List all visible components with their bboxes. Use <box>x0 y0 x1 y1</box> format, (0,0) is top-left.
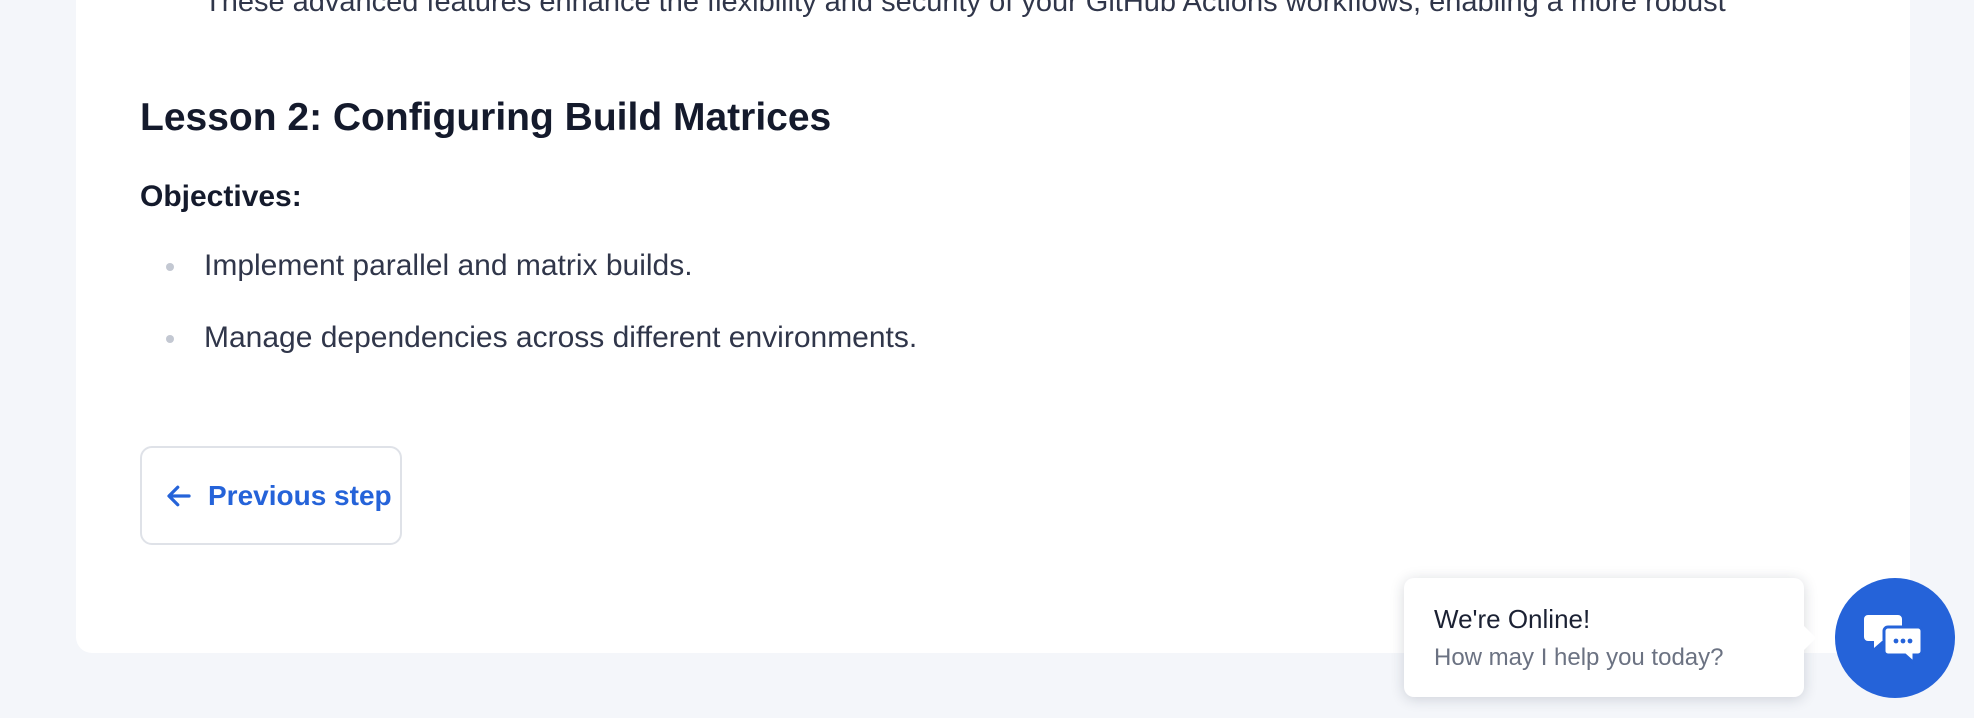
chat-launcher-button[interactable] <box>1835 578 1955 698</box>
cut-off-paragraph: These advanced features enhance the flex… <box>204 0 1726 18</box>
objective-item: Implement parallel and matrix builds. <box>140 240 917 312</box>
chat-greeting-subtitle: How may I help you today? <box>1434 644 1724 671</box>
objective-text: Implement parallel and matrix builds. <box>204 249 693 282</box>
page: These advanced features enhance the flex… <box>0 0 1974 718</box>
objective-text: Manage dependencies across different env… <box>204 321 918 354</box>
objective-item: Manage dependencies across different env… <box>140 312 917 384</box>
lesson-title: Lesson 2: Configuring Build Matrices <box>140 96 832 139</box>
previous-step-button[interactable]: Previous step <box>140 446 402 545</box>
chat-greeting-bubble[interactable]: We're Online! How may I help you today? <box>1404 578 1816 697</box>
objectives-list: Implement parallel and matrix builds. Ma… <box>140 240 917 384</box>
chat-bubbles-icon <box>1864 615 1924 665</box>
bullet-icon <box>166 335 174 343</box>
bullet-icon <box>166 263 174 271</box>
arrow-left-icon <box>167 485 191 506</box>
previous-step-label: Previous step <box>208 479 392 511</box>
chat-greeting-title: We're Online! <box>1434 604 1591 634</box>
objectives-label: Objectives: <box>140 180 302 213</box>
